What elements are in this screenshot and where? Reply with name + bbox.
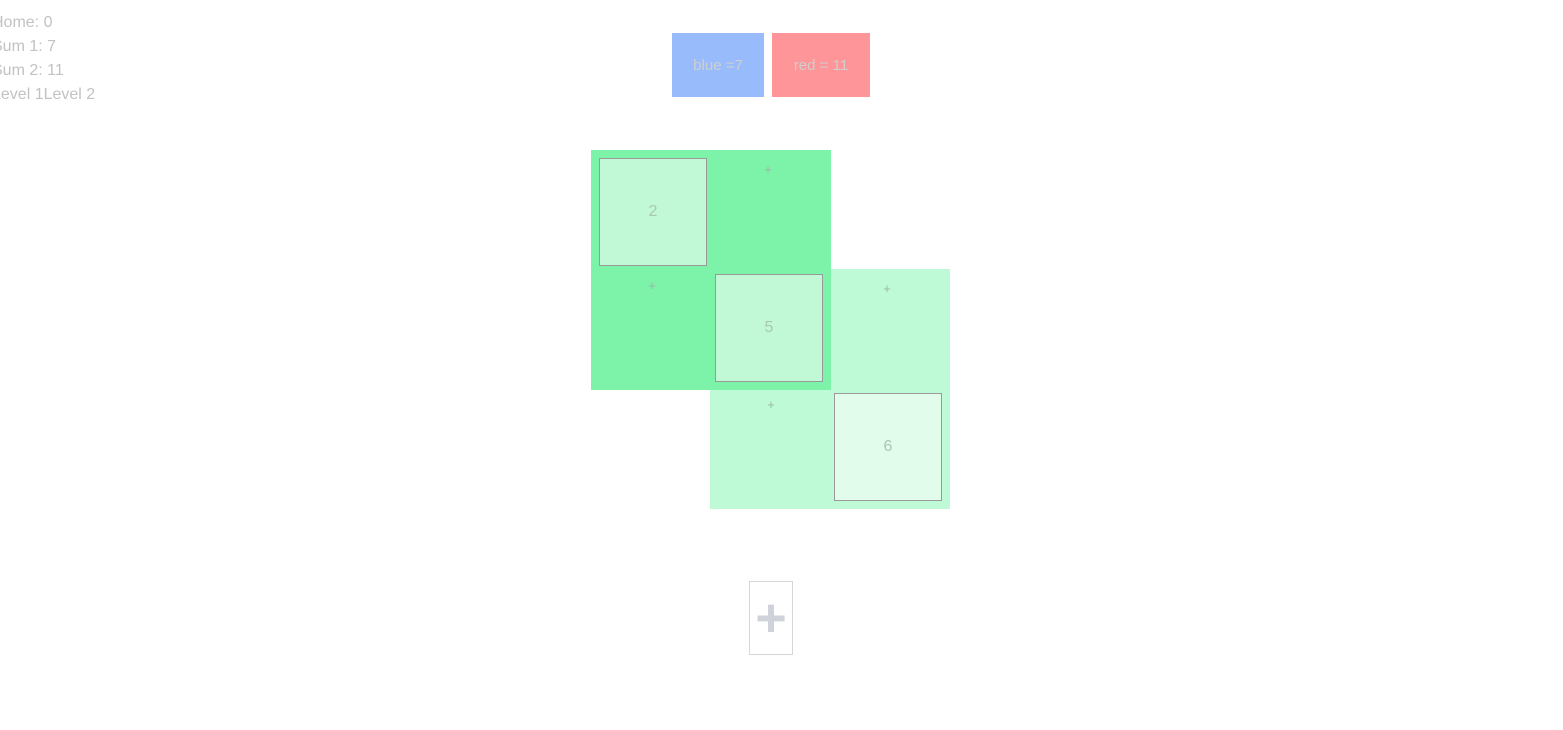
add-slot-marker[interactable]: + xyxy=(761,398,781,411)
level-links: Level 1Level 2 xyxy=(0,83,95,107)
game-stage: Home: 0 Sum 1: 7 Sum 2: 11 Level 1Level … xyxy=(0,0,1563,730)
blue-target-box: blue =7 xyxy=(672,33,764,97)
number-tile[interactable]: 5 xyxy=(715,274,823,382)
level-1-link[interactable]: Level 1 xyxy=(0,86,44,103)
number-tile[interactable]: 2 xyxy=(599,158,707,266)
sum1-stat: Sum 1: 7 xyxy=(0,38,57,55)
home-stat: Home: 0 xyxy=(0,14,53,31)
add-slot-marker[interactable]: + xyxy=(758,163,778,176)
stats-panel: Home: 0 Sum 1: 7 Sum 2: 11 Level 1Level … xyxy=(0,11,95,107)
level-2-link[interactable]: Level 2 xyxy=(44,86,96,103)
number-tile[interactable]: 6 xyxy=(834,393,942,501)
sum2-stat: Sum 2: 11 xyxy=(0,62,64,79)
add-slot-marker[interactable]: + xyxy=(877,282,897,295)
red-target-box: red = 11 xyxy=(772,33,870,97)
add-slot-marker[interactable]: + xyxy=(642,279,662,292)
add-tile-button[interactable]: + xyxy=(749,581,793,655)
